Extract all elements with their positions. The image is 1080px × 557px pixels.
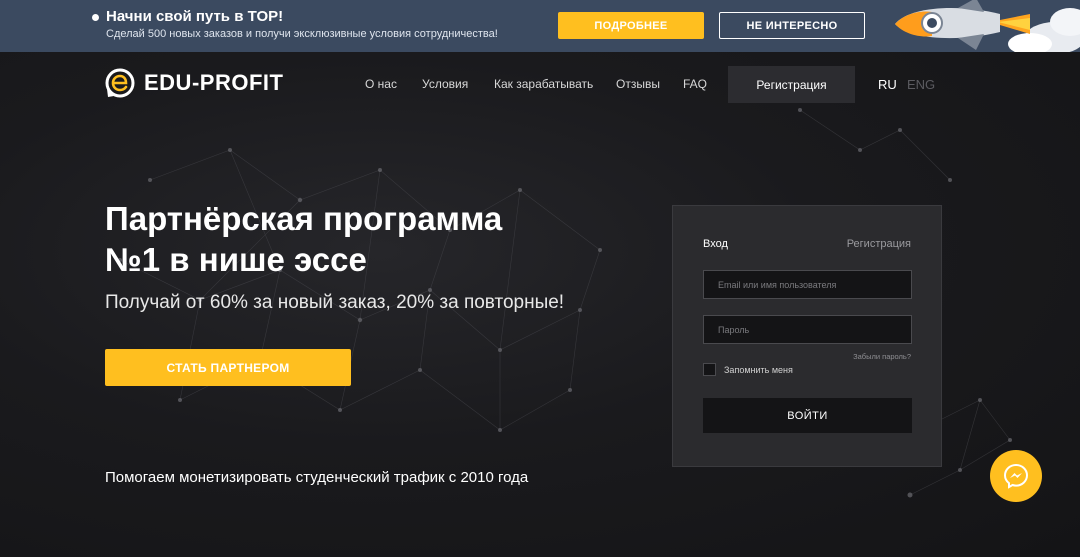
tab-login[interactable]: Вход <box>703 238 728 250</box>
promo-subtitle: Сделай 500 новых заказов и получи эксклю… <box>106 28 498 40</box>
remember-label: Запомнить меня <box>724 365 793 375</box>
nav-item-faq[interactable]: FAQ <box>683 77 707 91</box>
email-input[interactable] <box>703 270 912 299</box>
promo-bullet <box>92 14 99 21</box>
lang-ru[interactable]: RU <box>878 77 897 92</box>
become-partner-button[interactable]: СТАТЬ ПАРТНЕРОМ <box>105 349 351 386</box>
nav-item-about[interactable]: О нас <box>365 77 397 91</box>
hero-subtitle: Получай от 60% за новый заказ, 20% за по… <box>105 292 565 313</box>
nav-item-reviews[interactable]: Отзывы <box>616 77 660 91</box>
hero-title-line-1: Партнёрская программа <box>105 200 503 237</box>
tab-register[interactable]: Регистрация <box>847 238 911 250</box>
login-card: Вход Регистрация Забыли пароль? Запомнит… <box>672 205 942 467</box>
more-button[interactable]: ПОДРОБНЕЕ <box>558 12 704 39</box>
remember-checkbox[interactable] <box>703 363 716 376</box>
rocket-icon <box>895 0 1080 52</box>
hero-footer-text: Помогаем монетизировать студенческий тра… <box>105 469 529 486</box>
hero-title-line-2: №1 в нише эссе <box>105 241 367 278</box>
register-button[interactable]: Регистрация <box>728 66 855 103</box>
promo-banner: Начни свой путь в TOP! Сделай 500 новых … <box>0 0 1080 52</box>
not-interested-button[interactable]: НЕ ИНТЕРЕСНО <box>719 12 865 39</box>
nav-item-how-to-earn[interactable]: Как зарабатывать <box>494 77 593 91</box>
lang-eng[interactable]: ENG <box>907 77 935 92</box>
logo-text[interactable]: EDU-PROFIT <box>144 70 283 96</box>
login-submit-button[interactable]: ВОЙТИ <box>703 398 912 433</box>
nav-item-terms[interactable]: Условия <box>422 77 468 91</box>
forgot-password-link[interactable]: Забыли пароль? <box>853 352 911 361</box>
messenger-icon <box>1003 463 1029 489</box>
promo-title: Начни свой путь в TOP! <box>106 8 284 25</box>
landing-page: Начни свой путь в TOP! Сделай 500 новых … <box>0 0 1080 557</box>
chat-button[interactable] <box>990 450 1042 502</box>
hero-title: Партнёрская программа №1 в нише эссе <box>105 198 625 280</box>
logo-icon[interactable] <box>104 67 136 99</box>
password-input[interactable] <box>703 315 912 344</box>
